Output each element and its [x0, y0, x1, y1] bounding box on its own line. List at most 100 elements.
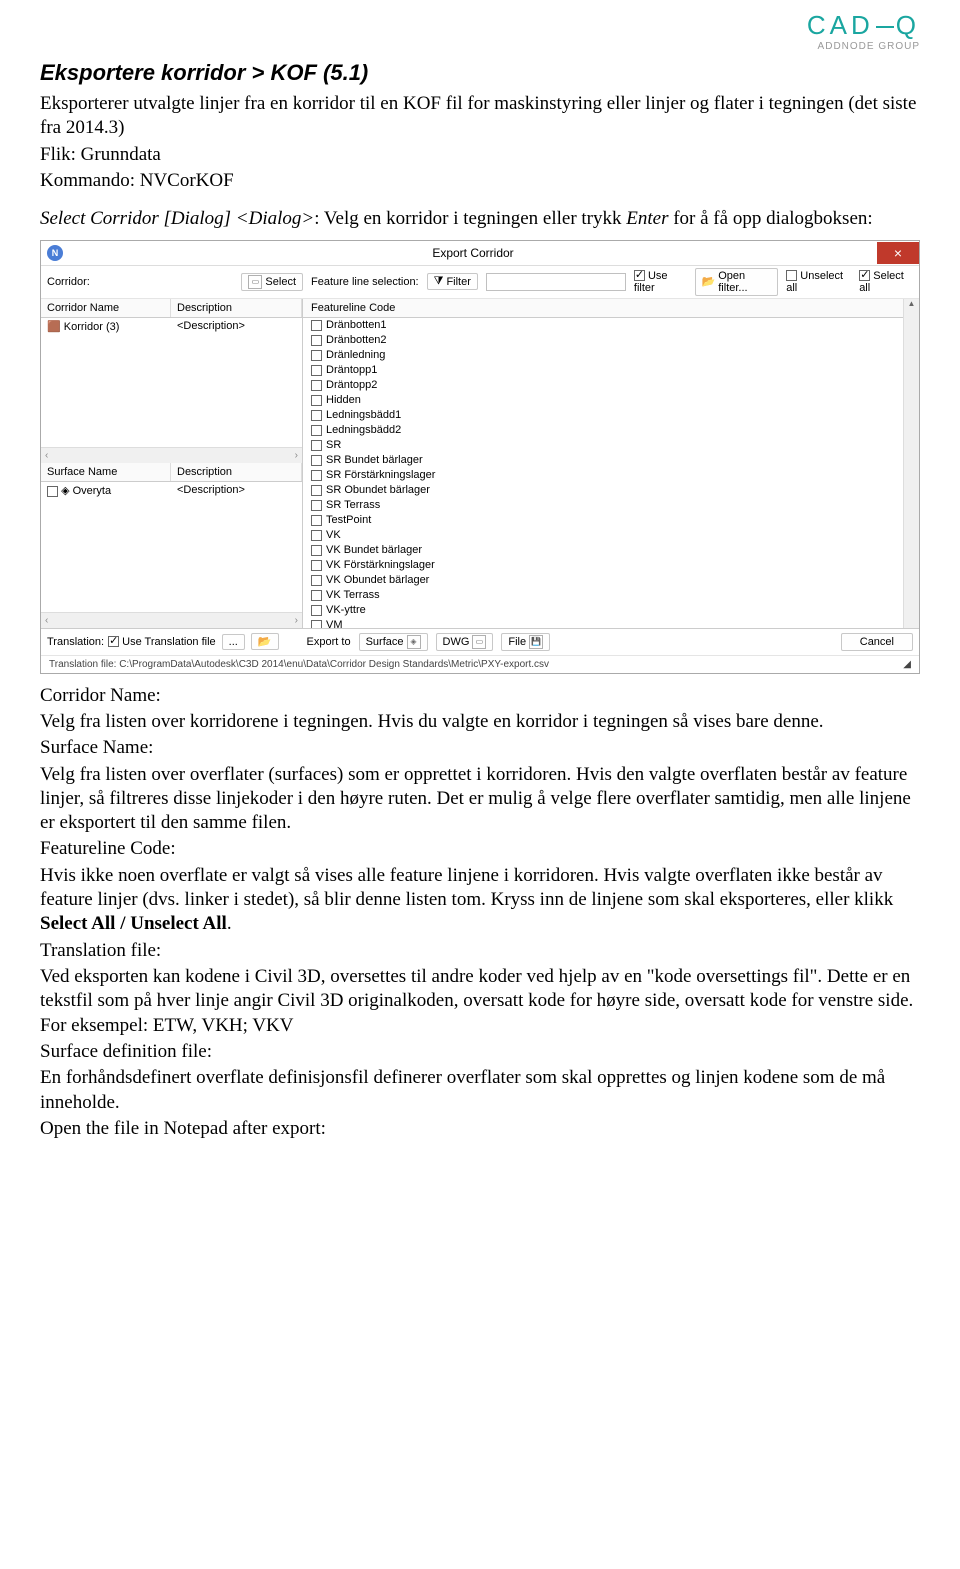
featureline-item[interactable]: SR — [303, 438, 919, 453]
unselect-all-check[interactable]: Unselect all — [786, 270, 851, 294]
featureline-item[interactable]: Ledningsbädd1 — [303, 408, 919, 423]
logo-block: CADQ ADDNODE GROUP — [40, 0, 920, 60]
featureline-item[interactable]: VK Obundet bärlager — [303, 573, 919, 588]
translation-open-icon[interactable]: 📂 — [251, 633, 279, 650]
featureline-item[interactable]: Hidden — [303, 393, 919, 408]
surface-row[interactable]: ◈ Overyta <Description> — [41, 482, 302, 499]
export-corridor-dialog: N Export Corridor × Corridor: ▭Select Fe… — [40, 240, 920, 674]
export-file-button[interactable]: File 💾 — [501, 633, 550, 651]
resize-grip-icon[interactable]: ◢ — [903, 659, 911, 670]
featureline-item[interactable]: Dräntopp2 — [303, 378, 919, 393]
select-button[interactable]: ▭Select — [241, 273, 303, 291]
surface-table-header: Surface Name Description — [41, 463, 302, 482]
featureline-item[interactable]: VK-yttre — [303, 603, 919, 618]
corridorname-label: Corridor Name: — [40, 684, 920, 708]
featureline-check[interactable] — [311, 545, 322, 556]
intro-p3: Kommando: NVCorKOF — [40, 169, 920, 193]
dialog-title: Export Corridor — [69, 246, 877, 260]
featureline-check[interactable] — [311, 605, 322, 616]
featureline-check[interactable] — [311, 470, 322, 481]
use-translation-check[interactable]: Use Translation file — [108, 636, 216, 648]
featureline-check[interactable] — [311, 485, 322, 496]
featureline-item[interactable]: Dräntopp1 — [303, 363, 919, 378]
filter-button[interactable]: ⧩Filter — [427, 273, 478, 290]
featureline-check[interactable] — [311, 500, 322, 511]
translation-label: Translation: — [47, 636, 104, 648]
featureline-check[interactable] — [311, 515, 322, 526]
corridor-table-header: Corridor Name Description — [41, 299, 302, 318]
featureline-check[interactable] — [311, 320, 322, 331]
featureline-check[interactable] — [311, 590, 322, 601]
exportto-label: Export to — [307, 636, 351, 648]
featureline-list[interactable]: Dränbotten1Dränbotten2DränledningDräntop… — [303, 318, 919, 628]
export-dwg-button[interactable]: DWG ▭ — [436, 633, 494, 651]
featureline-item[interactable]: Dränledning — [303, 348, 919, 363]
open-filter-button[interactable]: 📂Open filter... — [695, 268, 779, 296]
corridor-hscroll[interactable]: ‹› — [41, 447, 302, 463]
logo-sub: ADDNODE GROUP — [807, 41, 920, 52]
corridorname-text: Velg fra listen over korridorene i tegni… — [40, 710, 920, 734]
app-icon: N — [47, 245, 63, 261]
featureline-item[interactable]: VK Förstärkningslager — [303, 558, 919, 573]
featureline-check[interactable] — [311, 425, 322, 436]
featureline-check[interactable] — [311, 350, 322, 361]
featureline-item[interactable]: Dränbotten2 — [303, 333, 919, 348]
use-filter-check[interactable]: Use filter — [634, 270, 687, 294]
featureline-check[interactable] — [311, 575, 322, 586]
featureline-check[interactable] — [311, 530, 322, 541]
cancel-button[interactable]: Cancel — [841, 633, 913, 651]
filter-input[interactable] — [486, 273, 626, 291]
featureline-item[interactable]: SR Obundet bärlager — [303, 483, 919, 498]
featureline-item[interactable]: TestPoint — [303, 513, 919, 528]
surface-hscroll[interactable]: ‹› — [41, 612, 302, 628]
intro-p4-cmd: Select Corridor [Dialog] <Dialog> — [40, 208, 314, 229]
select-all-check[interactable]: Select all — [859, 270, 913, 294]
featureline-item[interactable]: VK Bundet bärlager — [303, 543, 919, 558]
surface-export-icon: ◈ — [407, 635, 421, 649]
intro-p2: Flik: Grunndata — [40, 143, 920, 167]
featureline-vscroll[interactable]: ▲ — [903, 299, 919, 628]
translation-more[interactable]: ... — [222, 634, 245, 650]
featureline-check[interactable] — [311, 365, 322, 376]
featureline-check[interactable] — [311, 455, 322, 466]
surfdef-label: Surface definition file: — [40, 1040, 920, 1064]
trans-text: Ved eksporten kan kodene i Civil 3D, ove… — [40, 965, 920, 1038]
featureline-item[interactable]: SR Bundet bärlager — [303, 453, 919, 468]
featureline-item[interactable]: Ledningsbädd2 — [303, 423, 919, 438]
export-surface-button[interactable]: Surface ◈ — [359, 633, 428, 651]
corridor-row[interactable]: 🟫 Korridor (3) <Description> — [41, 318, 302, 335]
surface-check[interactable] — [47, 486, 58, 497]
status-path: Translation file: C:\ProgramData\Autodes… — [49, 659, 549, 670]
featureline-item[interactable]: VK Terrass — [303, 588, 919, 603]
select-icon: ▭ — [248, 275, 262, 289]
featureline-check[interactable] — [311, 560, 322, 571]
featureline-check[interactable] — [311, 620, 322, 628]
intro-p1: Eksporterer utvalgte linjer fra en korri… — [40, 92, 920, 141]
folder-icon: 📂 — [702, 275, 716, 288]
funnel-icon: ⧩ — [434, 275, 444, 288]
logo-text: CADQ — [807, 10, 920, 41]
featureline-check[interactable] — [311, 395, 322, 406]
trans-label: Translation file: — [40, 939, 920, 963]
dwg-icon: ▭ — [472, 635, 486, 649]
featureline-item[interactable]: SR Terrass — [303, 498, 919, 513]
intro-p4: Select Corridor [Dialog] <Dialog>: Velg … — [40, 207, 920, 231]
page-heading: Eksportere korridor > KOF (5.1) — [40, 60, 920, 86]
featureline-header: Featureline Code — [303, 299, 919, 318]
close-button[interactable]: × — [877, 242, 919, 264]
featureline-check[interactable] — [311, 440, 322, 451]
featureline-check[interactable] — [311, 380, 322, 391]
featcode-label: Featureline Code: — [40, 837, 920, 861]
surface-icon: ◈ — [61, 485, 69, 497]
featureline-check[interactable] — [311, 410, 322, 421]
featureline-item[interactable]: VK — [303, 528, 919, 543]
surfdef-text: En forhåndsdefinert overflate definisjon… — [40, 1066, 920, 1115]
featureline-item[interactable]: VM — [303, 618, 919, 628]
surfacename-label: Surface Name: — [40, 736, 920, 760]
featureline-item[interactable]: SR Förstärkningslager — [303, 468, 919, 483]
surfacename-text: Velg fra listen over overflater (surface… — [40, 763, 920, 836]
featureline-check[interactable] — [311, 335, 322, 346]
save-icon: 💾 — [529, 635, 543, 649]
featureline-item[interactable]: Dränbotten1 — [303, 318, 919, 333]
corridor-label: Corridor: — [47, 276, 90, 288]
